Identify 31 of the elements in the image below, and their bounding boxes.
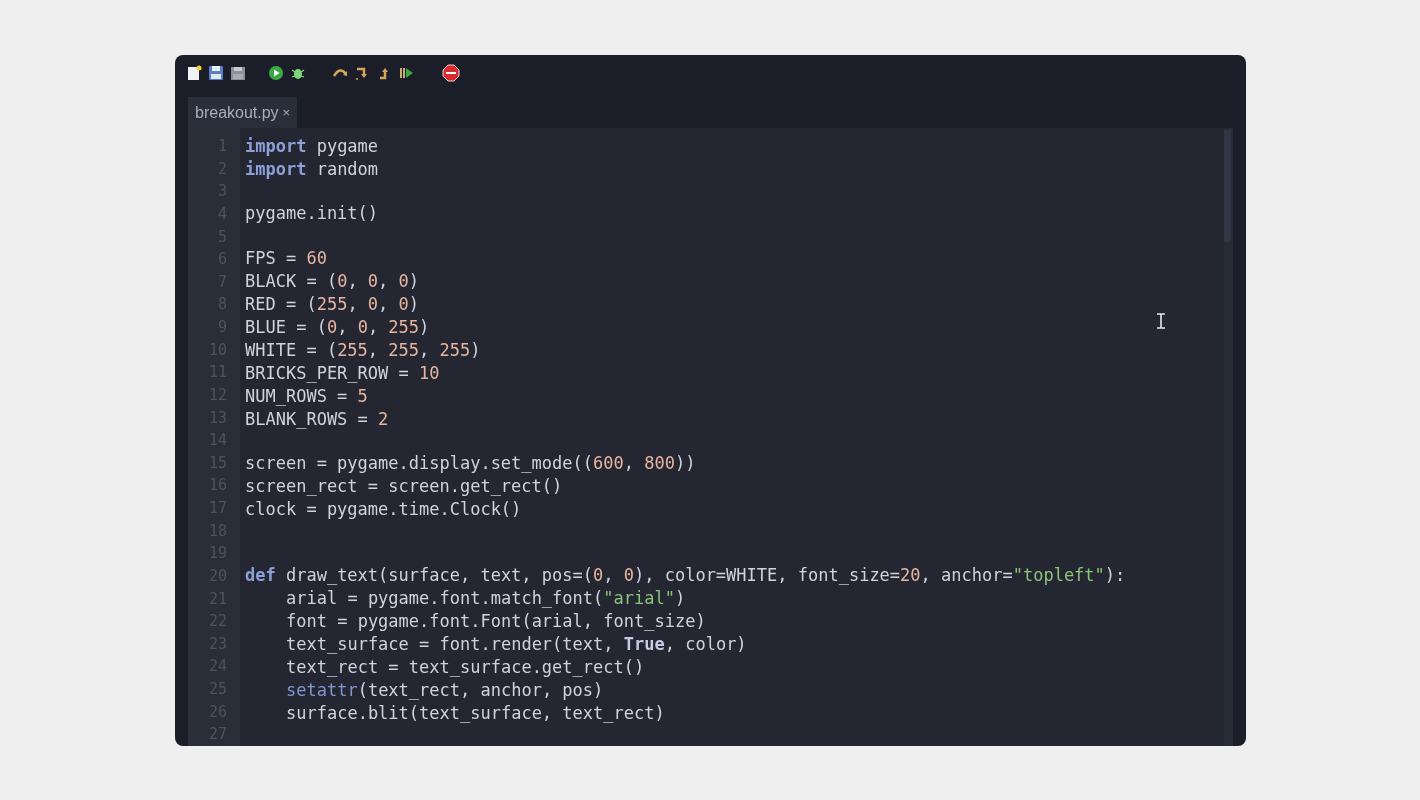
code-line: import pygame xyxy=(245,135,379,158)
new-file-icon[interactable] xyxy=(186,65,202,81)
down-arrow-icon[interactable] xyxy=(354,65,370,81)
continue-icon[interactable] xyxy=(398,65,414,81)
code-line: import random xyxy=(245,158,379,181)
code-line: text_surface = font.render(text, True, color) xyxy=(285,632,747,656)
code-line: WHITE = (255, 255, 255) xyxy=(245,338,481,362)
code-line: screen_rect = screen.get_rect() xyxy=(245,475,563,498)
code-line: def draw_text(surface, text, pos=(0, 0), color=WHITE, font_size=20, anchor="topleft"): xyxy=(245,563,1126,587)
code-line: BLACK = (0, 0, 0) xyxy=(245,269,420,293)
run-icon[interactable] xyxy=(268,65,284,81)
text-cursor-icon xyxy=(1156,313,1166,329)
code-line: NUM_ROWS = 5 xyxy=(245,384,368,408)
code-line: font = pygame.font.Font(arial, font_size) xyxy=(285,609,706,633)
code-line: pygame.init() xyxy=(245,202,379,226)
code-line: BLANK_ROWS = 2 xyxy=(245,407,389,431)
save-icon[interactable] xyxy=(208,65,224,81)
save-all-icon[interactable] xyxy=(230,65,246,81)
code-line: surface.blit(text_surface, text_rect) xyxy=(285,701,665,725)
code-line: FPS = 60 xyxy=(245,246,327,270)
code-line: arial = pygame.font.match_font("arial") xyxy=(285,586,686,610)
code-line: clock = pygame.time.Clock() xyxy=(245,498,522,521)
code-line: RED = (255, 0, 0) xyxy=(245,292,420,316)
code-line: text_rect = text_surface.get_rect() xyxy=(285,655,645,679)
code-line: screen = pygame.display.set_mode((600, 800)) xyxy=(245,452,696,475)
close-icon[interactable]: × xyxy=(282,102,291,123)
stop-icon[interactable] xyxy=(442,64,460,82)
code-line: setattr(text_rect, anchor, pos) xyxy=(285,678,604,702)
code-line: BRICKS_PER_ROW = 10 xyxy=(245,361,440,385)
file-tab[interactable]: breakout.py × xyxy=(188,97,298,128)
code-line: BLUE = (0, 0, 255) xyxy=(245,315,430,339)
